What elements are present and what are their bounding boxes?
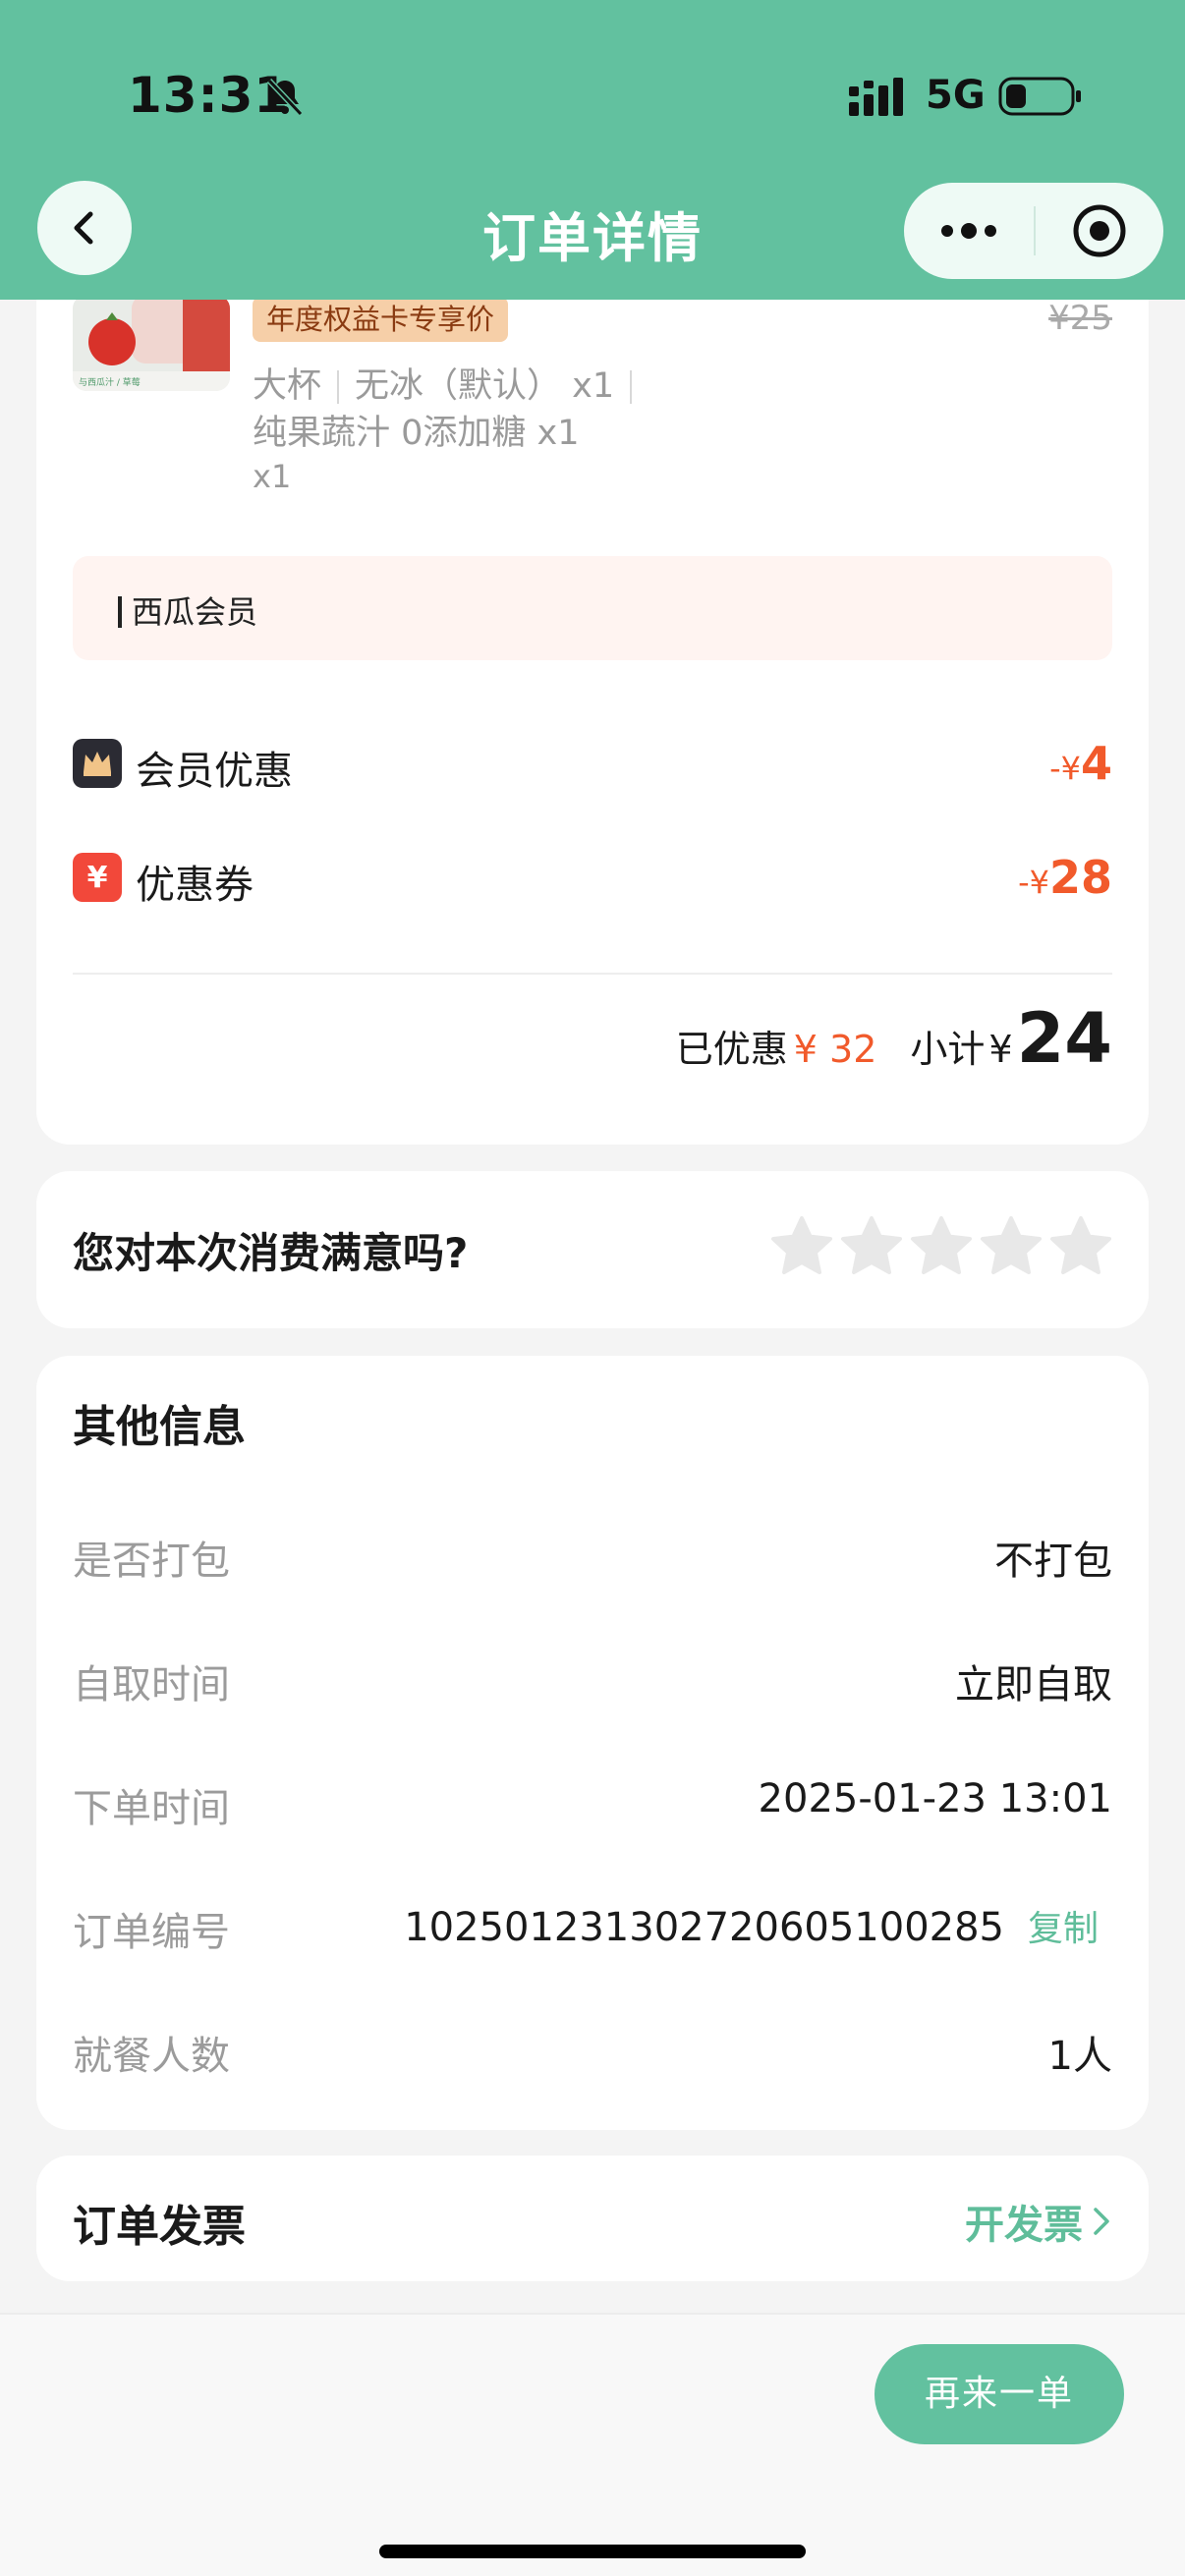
subtotal-label: 小计 — [910, 1028, 986, 1071]
spec-ice: 无冰（默认） — [355, 366, 562, 406]
original-price: ¥25 — [1048, 299, 1112, 338]
more-button[interactable] — [904, 183, 1034, 279]
product-thumb-caption: 与西瓜汁 / 草莓 — [79, 376, 141, 388]
info-row-pickup-time: 自取时间 立即自取 — [73, 1647, 1112, 1708]
discount-amount: -¥4 — [1049, 737, 1112, 790]
coupon-icon-glyph: ¥ — [86, 860, 108, 895]
star-icon[interactable] — [980, 1214, 1043, 1277]
discount-yen: ¥ — [1060, 750, 1081, 787]
order-summary-card: 与西瓜汁 / 草莓 年度权益卡专享价 ¥25 大杯 无冰（默认） x1 纯果蔬汁 … — [36, 236, 1149, 1145]
product-spec-line-1: 大杯 无冰（默认） x1 — [253, 358, 648, 408]
battery-icon — [998, 77, 1081, 116]
info-label: 就餐人数 — [73, 2034, 230, 2079]
info-row-packing: 是否打包 不打包 — [73, 1523, 1112, 1584]
home-indicator — [379, 2545, 806, 2558]
discount-row-member: 会员优惠 -¥4 — [73, 733, 1112, 794]
star-rating — [770, 1214, 1112, 1277]
info-value: 不打包 — [994, 1539, 1112, 1584]
star-icon[interactable] — [910, 1214, 973, 1277]
member-banner-text: 西瓜会员 — [118, 588, 257, 633]
info-row-diners: 就餐人数 1人 — [73, 2018, 1112, 2079]
member-banner: 西瓜会员 — [73, 556, 1112, 660]
discount-minus: - — [1018, 864, 1030, 901]
mini-program-capsule — [904, 183, 1163, 279]
chevron-right-icon — [1094, 2208, 1109, 2235]
issue-invoice-button[interactable]: 开发票 — [965, 2193, 1112, 2250]
discount-minus: - — [1049, 750, 1061, 787]
discount-label: 会员优惠 — [136, 749, 293, 794]
saved-label: 已优惠 — [675, 1028, 788, 1071]
star-icon[interactable] — [840, 1214, 903, 1277]
order-number: 10250123130272060510028​5 — [404, 1905, 1004, 1950]
saved-amount: ¥ 32 — [793, 1028, 877, 1071]
info-value: 立即自取 — [955, 1662, 1112, 1708]
product-image: 与西瓜汁 / 草莓 — [73, 295, 230, 391]
info-row-order-time: 下单时间 2025-01-23 13:01 — [73, 1770, 1112, 1831]
bottom-action-bar: 再来一单 — [0, 2313, 1185, 2576]
invoice-card: 订单发票 开发票 — [36, 2156, 1149, 2281]
discount-label: 优惠券 — [136, 863, 254, 908]
discount-row-coupon: ¥ 优惠券 -¥28 — [73, 847, 1112, 908]
info-value: 10250123130272060510028​5 复制 — [404, 1900, 1112, 1951]
coupon-icon: ¥ — [73, 853, 122, 902]
crown-glyph — [84, 752, 111, 776]
subtotal-row: 已优惠 ¥ 32 小计 ¥24 — [676, 998, 1112, 1087]
info-value: 2025-01-23 13:01 — [758, 1776, 1112, 1821]
more-dots-icon — [941, 223, 996, 239]
signal-icon — [849, 78, 903, 116]
spec-ice-qty: x1 — [572, 366, 615, 406]
other-info-card: 其他信息 是否打包 不打包 自取时间 立即自取 下单时间 2025-01-23 … — [36, 1356, 1149, 2130]
member-banner-label: 西瓜会员 — [132, 593, 258, 631]
product-photo: 与西瓜汁 / 草莓 — [73, 295, 230, 391]
divider — [73, 973, 1112, 975]
crown-icon — [73, 739, 122, 788]
info-label: 自取时间 — [73, 1662, 230, 1708]
subtotal-currency: ¥ — [988, 1028, 1013, 1071]
rating-question: 您对本次消费满意吗? — [73, 1229, 469, 1277]
product-spec-line-2: 纯果蔬汁 0添加糖 x1 — [253, 414, 580, 453]
member-banner-bar — [118, 596, 122, 628]
reorder-button[interactable]: 再来一单 — [875, 2344, 1124, 2444]
target-icon — [1073, 204, 1126, 257]
spec-separator — [337, 370, 340, 404]
discount-value: 4 — [1080, 737, 1112, 790]
star-icon[interactable] — [770, 1214, 833, 1277]
product-spec-line-3: x1 — [253, 458, 292, 495]
info-label: 下单时间 — [73, 1786, 230, 1831]
rating-card: 您对本次消费满意吗? — [36, 1171, 1149, 1328]
subtotal-value: 24 — [1016, 998, 1112, 1079]
info-label: 是否打包 — [73, 1539, 230, 1584]
discount-yen: ¥ — [1029, 864, 1049, 901]
star-icon[interactable] — [1049, 1214, 1112, 1277]
other-info-title: 其他信息 — [73, 1402, 246, 1452]
bell-muted-icon — [266, 78, 304, 117]
discount-amount: -¥28 — [1018, 851, 1112, 904]
info-value: 1人 — [1047, 2034, 1112, 2079]
invoice-title: 订单发票 — [73, 2202, 246, 2252]
discount-value: 28 — [1048, 851, 1112, 904]
copy-button[interactable]: 复制 — [1028, 1909, 1099, 1949]
top-header: 13:31 5G 订单详情 — [0, 0, 1185, 300]
spec-size: 大杯 — [253, 366, 322, 406]
info-label: 订单编号 — [73, 1910, 230, 1955]
info-row-order-number: 订单编号 10250123130272060510028​5 复制 — [73, 1894, 1112, 1955]
network-label: 5G — [926, 73, 986, 118]
issue-invoice-label: 开发票 — [965, 2203, 1083, 2248]
spec-separator — [630, 370, 633, 404]
member-price-tag: 年度权益卡专享价 — [253, 297, 509, 342]
close-mini-program-button[interactable] — [1036, 183, 1163, 279]
